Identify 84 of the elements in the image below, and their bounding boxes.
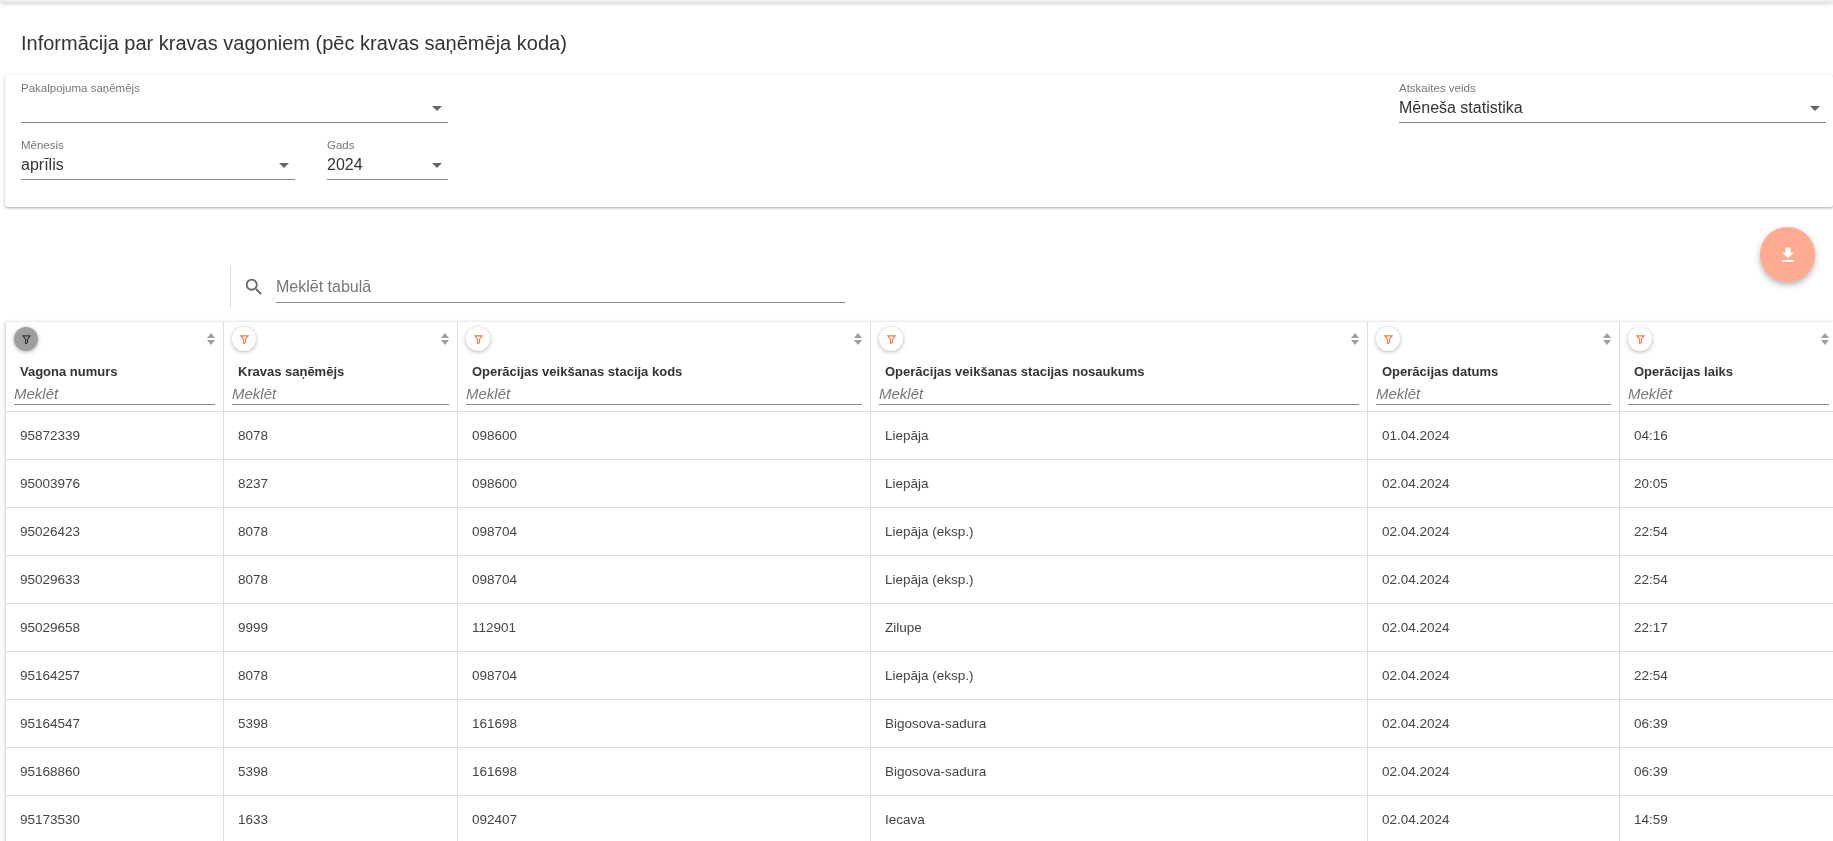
table-cell: 8078: [238, 428, 269, 443]
filter-icon: [1383, 334, 1393, 344]
table-cell: 02.04.2024: [1382, 476, 1450, 491]
sort-icon[interactable]: [207, 333, 215, 345]
column-header[interactable]: Operācijas laiks: [1634, 364, 1733, 379]
table-cell: 161698: [472, 764, 518, 779]
table-cell: 02.04.2024: [1382, 620, 1450, 635]
month-select[interactable]: Mēnesis aprīlis: [21, 139, 295, 180]
table-cell: 5398: [238, 716, 269, 731]
table-cell: 04:16: [1634, 428, 1668, 443]
table-cell: Liepāja (eksp.): [885, 524, 974, 539]
search-icon: [243, 276, 265, 298]
table-cell: 95164547: [20, 716, 81, 731]
table-cell: 22:54: [1634, 668, 1668, 683]
sort-icon[interactable]: [1603, 333, 1611, 345]
table-cell: 14:59: [1634, 812, 1668, 827]
table-cell: 098704: [472, 668, 518, 683]
sort-icon[interactable]: [441, 333, 449, 345]
table-cell: 1633: [238, 812, 269, 827]
table-cell: Liepāja (eksp.): [885, 668, 974, 683]
column-header[interactable]: Kravas saņēmējs: [238, 364, 345, 379]
table-cell: 098704: [472, 572, 518, 587]
column-header[interactable]: Operācijas veikšanas stacija kods: [472, 364, 683, 379]
table-cell: 8078: [238, 524, 269, 539]
table-cell: 098600: [472, 476, 518, 491]
table-cell: 95026423: [20, 524, 81, 539]
year-select[interactable]: Gads 2024: [327, 139, 448, 180]
column-filter-button[interactable]: [14, 327, 38, 351]
table-cell: 02.04.2024: [1382, 524, 1450, 539]
table-cell: Iecava: [885, 812, 925, 827]
table-cell: 95029633: [20, 572, 81, 587]
table-cell: 95173530: [20, 812, 81, 827]
filter-icon: [239, 334, 249, 344]
filter-icon: [1635, 334, 1645, 344]
table-cell: 02.04.2024: [1382, 812, 1450, 827]
column-header[interactable]: Vagona numurs: [20, 364, 118, 379]
filter-icon: [21, 334, 31, 344]
table-cell: 95003976: [20, 476, 81, 491]
table-cell: Liepāja: [885, 476, 929, 491]
table-cell: 20:05: [1634, 476, 1668, 491]
caret-icon: [432, 106, 442, 111]
table-cell: 8078: [238, 572, 269, 587]
caret-icon: [279, 163, 289, 168]
table-cell: 112901: [472, 620, 517, 635]
table-cell: 092407: [472, 812, 518, 827]
column-header[interactable]: Operācijas veikšanas stacijas nosaukums: [885, 364, 1145, 379]
sort-icon[interactable]: [1821, 333, 1829, 345]
table-cell: 06:39: [1634, 764, 1668, 779]
sort-icon[interactable]: [1351, 333, 1359, 345]
table-cell: 02.04.2024: [1382, 572, 1450, 587]
table-cell: 9999: [238, 620, 269, 635]
report-type-select[interactable]: Atskaites veids Mēneša statistika: [1399, 82, 1826, 123]
table-cell: 02.04.2024: [1382, 716, 1450, 731]
page-title: Informācija par kravas vagoniem (pēc kravas saņēmēja koda): [20, 31, 568, 56]
table-cell: 02.04.2024: [1382, 764, 1450, 779]
table-cell: Zilupe: [885, 620, 922, 635]
table-cell: 95164257: [20, 668, 81, 683]
caret-icon: [432, 163, 442, 168]
table-cell: Liepāja: [885, 428, 929, 443]
table-cell: 098600: [472, 428, 518, 443]
table-cell: 8078: [238, 668, 269, 683]
table-cell: Bigosova-sadura: [885, 716, 987, 731]
caret-icon: [1810, 106, 1820, 111]
download-button[interactable]: [1760, 227, 1815, 282]
table-cell: 5398: [238, 764, 269, 779]
filter-icon: [473, 334, 483, 344]
table-cell: 22:54: [1634, 524, 1668, 539]
sort-icon[interactable]: [854, 333, 862, 345]
table-cell: 01.04.2024: [1382, 428, 1450, 443]
table-cell: 95872339: [20, 428, 81, 443]
column-header[interactable]: Operācijas datums: [1382, 364, 1499, 379]
table-cell: Liepāja (eksp.): [885, 572, 974, 587]
table-cell: 161698: [472, 716, 518, 731]
table-cell: 22:54: [1634, 572, 1668, 587]
table-cell: Bigosova-sadura: [885, 764, 987, 779]
table-cell: 06:39: [1634, 716, 1668, 731]
table-cell: 098704: [472, 524, 518, 539]
service-recipient-select[interactable]: Pakalpojuma saņēmējs: [21, 82, 448, 123]
table-cell: 8237: [238, 476, 269, 491]
filter-icon: [886, 334, 896, 344]
table-cell: 95168860: [20, 764, 81, 779]
table-cell: 95029658: [20, 620, 81, 635]
table-cell: 22:17: [1634, 620, 1668, 635]
table-cell: 02.04.2024: [1382, 668, 1450, 683]
